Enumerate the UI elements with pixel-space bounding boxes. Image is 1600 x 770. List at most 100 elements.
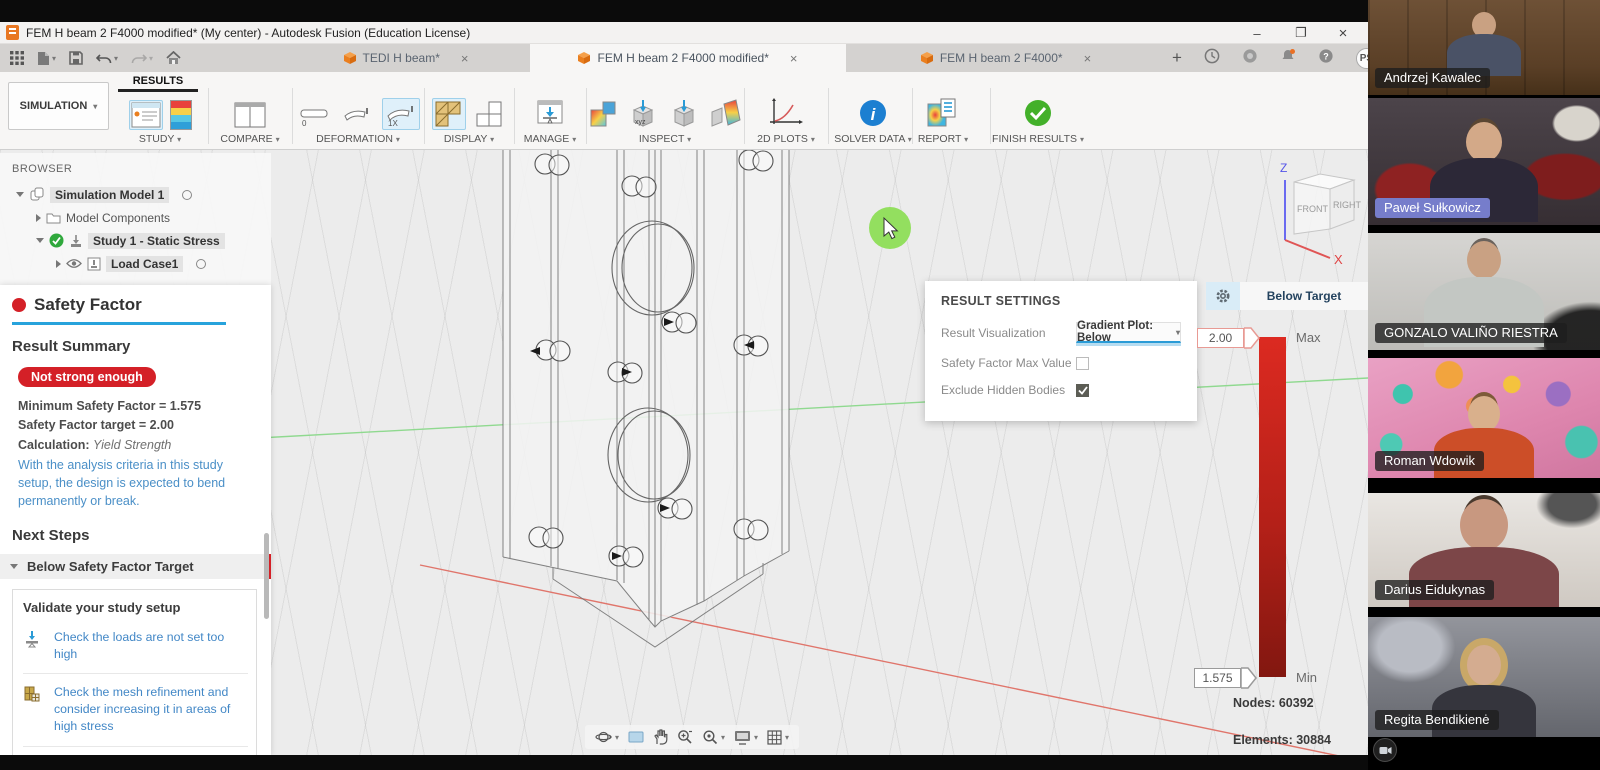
legend-color-bar[interactable] — [1259, 337, 1286, 677]
help-icon[interactable]: ? — [1318, 48, 1334, 69]
group-label[interactable]: 2D PLOTS — [757, 133, 808, 145]
group-label[interactable]: FINISH RESULTS — [992, 133, 1077, 145]
grid-settings-icon[interactable]: ▾ — [767, 730, 789, 745]
deformation-scaled-icon[interactable]: 1X — [382, 98, 420, 130]
file-menu-icon[interactable]: ▾ — [37, 51, 56, 66]
participant-tile[interactable]: Regita Bendikienė — [1368, 617, 1600, 737]
tab-fem-h-beam[interactable]: FEM H beam 2 F4000* × — [848, 44, 1164, 72]
chevron-down-icon[interactable] — [16, 192, 24, 197]
h-beam-model[interactable] — [503, 150, 789, 647]
viewcube-front-face[interactable]: FRONT — [1297, 204, 1328, 214]
display-solid-icon[interactable] — [473, 98, 507, 130]
inspect-probe-icon[interactable] — [667, 96, 701, 130]
compare-icon[interactable] — [232, 100, 268, 130]
restore-button[interactable]: ❐ — [1286, 22, 1316, 44]
chevron-right-icon[interactable] — [56, 260, 61, 268]
home-icon[interactable] — [166, 51, 181, 65]
visualization-dropdown[interactable]: Gradient Plot: Below ▾ — [1076, 322, 1181, 343]
user-avatar[interactable]: PS — [1356, 48, 1368, 69]
close-button[interactable]: × — [1328, 22, 1358, 44]
zoom-icon[interactable] — [677, 729, 693, 745]
max-value-checkbox[interactable] — [1076, 357, 1089, 370]
report-icon[interactable] — [925, 96, 961, 130]
ribbon-group-2d-plots: 2D PLOTS ▾ — [748, 92, 824, 145]
eye-icon[interactable] — [66, 258, 82, 269]
tab-tedi-h-beam[interactable]: TEDI H beam* × — [285, 44, 527, 72]
notifications-bell-icon[interactable] — [1280, 48, 1296, 69]
ribbon-group-manage: MANAGE ▾ — [516, 92, 584, 145]
view-cube[interactable]: Z X FRONT RIGHT — [1258, 152, 1368, 268]
tab-close-icon[interactable]: × — [790, 51, 798, 66]
extension-icon[interactable] — [1204, 48, 1220, 69]
manage-icon[interactable] — [533, 98, 567, 130]
group-label[interactable]: DISPLAY — [444, 133, 487, 145]
participant-tile[interactable]: Roman Wdowik — [1368, 358, 1600, 478]
job-status-icon[interactable] — [1242, 48, 1258, 69]
tree-item-simulation-model[interactable]: Simulation Model 1 — [0, 183, 271, 206]
exclude-hidden-checkbox[interactable] — [1076, 384, 1089, 397]
2d-plots-icon[interactable] — [766, 96, 806, 130]
panel-scrollbar[interactable] — [264, 533, 269, 619]
display-mesh-icon[interactable] — [432, 98, 466, 130]
study-panel-icon[interactable] — [129, 100, 163, 130]
tree-item-model-components[interactable]: Model Components — [0, 206, 271, 229]
inspect-slice-icon[interactable] — [708, 96, 744, 130]
tab-close-icon[interactable]: × — [461, 51, 469, 66]
chevron-down-icon: ▾ — [754, 733, 758, 742]
orbit-icon[interactable]: ▾ — [595, 729, 619, 745]
next-step-item[interactable]: Check the mesh refinement and consider i… — [23, 673, 248, 746]
look-at-icon[interactable] — [628, 730, 644, 744]
min-value-box[interactable]: 1.575 — [1194, 668, 1241, 688]
redo-icon[interactable]: ▾ — [131, 52, 153, 65]
group-label[interactable]: COMPARE — [220, 133, 272, 145]
3d-viewport[interactable]: Z X FRONT RIGHT BROWSER Simulation Model… — [0, 150, 1368, 755]
below-target-section-header[interactable]: Below Safety Factor Target — [0, 554, 271, 579]
ribbon-group-deformation: 0 1X DEFORMATION ▾ — [296, 92, 420, 145]
participant-tile[interactable]: GONZALO VALIÑO RIESTRA — [1368, 233, 1600, 350]
tab-close-icon[interactable]: × — [1084, 51, 1092, 66]
app-grid-icon[interactable] — [10, 51, 24, 65]
deformation-actual-icon[interactable] — [339, 100, 375, 130]
inspect-probe-xyz-icon[interactable]: xyz — [626, 96, 660, 130]
participant-name: Andrzej Kawalec — [1375, 68, 1490, 88]
max-value-box[interactable]: 2.00 — [1197, 328, 1244, 348]
minimize-button[interactable]: – — [1242, 22, 1272, 44]
group-label[interactable]: INSPECT — [639, 133, 684, 145]
deformation-none-icon[interactable]: 0 — [296, 100, 332, 130]
group-label[interactable]: MANAGE — [524, 133, 570, 145]
participant-tile[interactable]: Andrzej Kawalec — [1368, 0, 1600, 95]
save-icon[interactable] — [69, 51, 83, 65]
visibility-radio-icon[interactable] — [182, 190, 192, 200]
viewcube-right-face[interactable]: RIGHT — [1333, 200, 1362, 210]
pan-icon[interactable] — [653, 729, 668, 745]
svg-text:xyz: xyz — [635, 119, 646, 126]
finish-results-icon[interactable] — [1021, 96, 1055, 130]
meeting-controls-button[interactable] — [1373, 738, 1397, 762]
group-label[interactable]: SOLVER DATA — [834, 133, 905, 145]
visibility-radio-icon[interactable] — [196, 259, 206, 269]
chevron-down-icon[interactable] — [36, 238, 44, 243]
inspect-results-icon[interactable] — [587, 98, 619, 130]
undo-icon[interactable]: ▾ — [96, 52, 118, 65]
tree-item-load-case[interactable]: Load Case1 — [0, 252, 271, 275]
workspace-switcher[interactable]: SIMULATION ▾ — [8, 82, 109, 130]
group-label[interactable]: STUDY — [139, 133, 174, 145]
legend-settings-button[interactable] — [1206, 282, 1240, 310]
tab-fem-h-beam-modified[interactable]: FEM H beam 2 F4000 modified* × — [530, 44, 846, 72]
legend-plot-icon[interactable] — [170, 100, 192, 130]
next-step-item[interactable]: Check the loads are not set too high — [23, 619, 248, 673]
solver-data-icon[interactable]: i — [856, 96, 890, 130]
chevron-right-icon[interactable] — [36, 214, 41, 222]
participant-tile[interactable]: Paweł Sułkowicz — [1368, 98, 1600, 225]
group-label[interactable]: REPORT — [918, 133, 961, 145]
display-settings-icon[interactable]: ▾ — [734, 730, 758, 745]
chevron-down-icon: ▾ — [721, 733, 725, 742]
tree-item-study[interactable]: Study 1 - Static Stress — [0, 229, 271, 252]
legend-max-marker[interactable]: 2.00 — [1197, 327, 1260, 349]
legend-min-marker[interactable]: 1.575 — [1194, 667, 1257, 689]
fit-icon[interactable]: ▾ — [702, 729, 725, 745]
group-label[interactable]: DEFORMATION — [316, 133, 393, 145]
participant-tile[interactable]: Darius Eidukynas — [1368, 493, 1600, 607]
exclude-hidden-label: Exclude Hidden Bodies — [941, 383, 1076, 397]
new-tab-icon[interactable]: + — [1172, 48, 1182, 68]
